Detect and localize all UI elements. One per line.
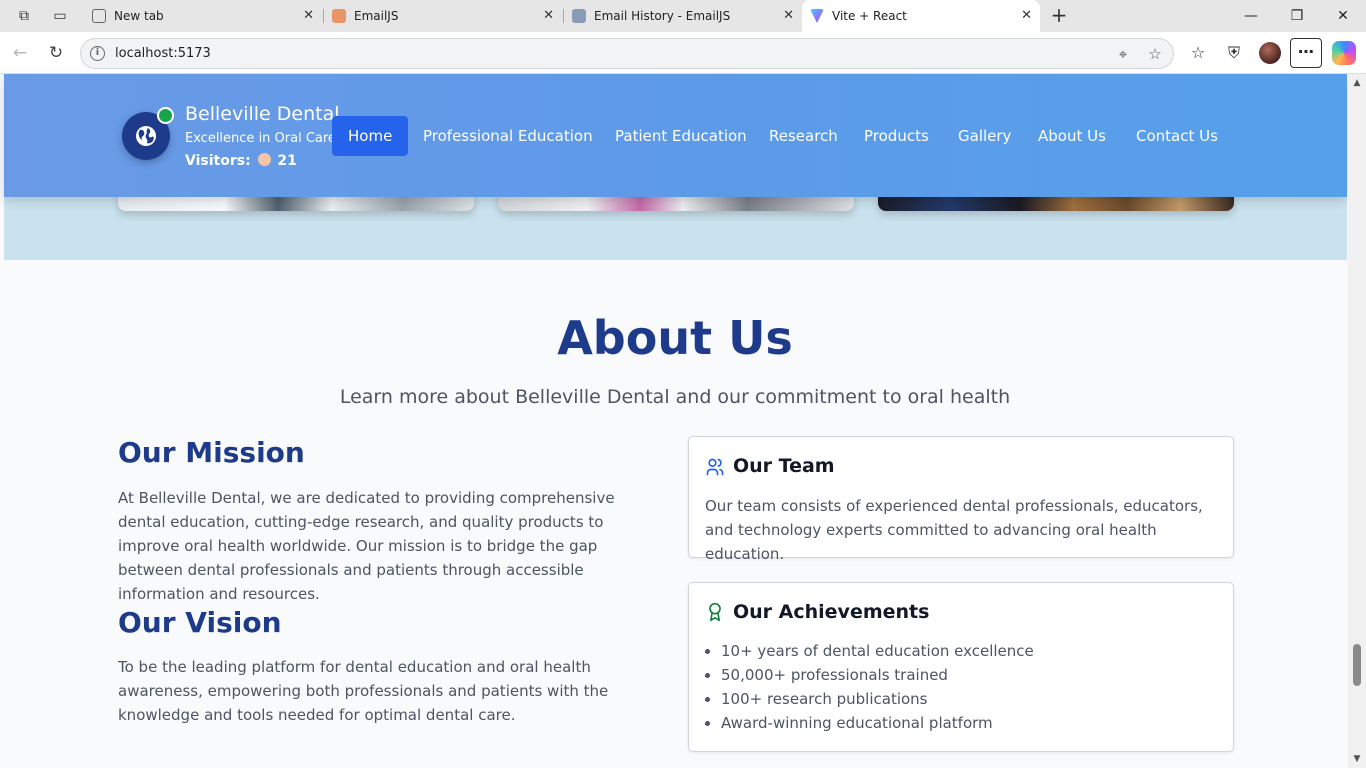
nav-patient-education[interactable]: Patient Education	[599, 116, 763, 156]
tab-email-history[interactable]: Email History - EmailJS ✕	[564, 0, 802, 32]
nav-about-us[interactable]: About Us	[1022, 116, 1122, 156]
back-arrow-icon[interactable]: ←	[8, 41, 32, 65]
nav-products[interactable]: Products	[848, 116, 945, 156]
nav-professional-education[interactable]: Professional Education	[407, 116, 609, 156]
team-heading: Our Team	[733, 455, 835, 477]
tab-new-tab[interactable]: New tab ✕	[84, 0, 322, 32]
location-pin-icon[interactable]: ⌖	[1113, 44, 1133, 64]
url-text[interactable]: localhost:5173	[115, 39, 211, 68]
new-tab-button[interactable]: +	[1048, 5, 1070, 27]
close-tab-icon[interactable]: ✕	[543, 0, 554, 32]
more-options-button[interactable]: ⋯	[1290, 38, 1322, 68]
page-scrollbar[interactable]: ▲ ▼	[1348, 74, 1366, 768]
page-viewport: Belleville Dental Excellence in Oral Car…	[0, 74, 1366, 768]
scrollbar-thumb[interactable]	[1353, 644, 1361, 686]
scroll-up-arrow-icon[interactable]: ▲	[1352, 78, 1362, 88]
tab-vite-react[interactable]: Vite + React ✕	[802, 0, 1040, 32]
online-status-indicator	[157, 107, 174, 124]
team-card: Our Team Our team consists of experience…	[688, 436, 1234, 563]
tab-actions-icon[interactable]: ▭	[51, 7, 69, 25]
tab-label: Email History - EmailJS	[594, 9, 731, 23]
achievements-heading: Our Achievements	[733, 601, 930, 623]
emailjs-icon	[332, 9, 346, 23]
users-icon	[706, 458, 724, 476]
list-item: 100+ research publications	[721, 687, 1034, 711]
tab-label: EmailJS	[354, 9, 399, 23]
nav-gallery[interactable]: Gallery	[942, 116, 1027, 156]
vision-text: To be the leading platform for dental ed…	[118, 658, 609, 724]
award-icon	[709, 602, 721, 622]
browser-toolbar: ← ↻ i localhost:5173 ⌖ ☆ ☆ ⛨ ⋯	[0, 32, 1366, 74]
mission-text: At Belleville Dental, we are dedicated t…	[118, 489, 615, 603]
refresh-icon[interactable]: ↻	[44, 41, 68, 65]
new-tab-icon	[92, 9, 106, 23]
profile-avatar[interactable]	[1259, 42, 1281, 64]
address-bar[interactable]: i localhost:5173 ⌖ ☆	[80, 38, 1174, 69]
scroll-down-arrow-icon[interactable]: ▼	[1352, 754, 1362, 764]
globe-icon	[136, 126, 156, 146]
browser-tab-bar: ⧉ ▭ New tab ✕ EmailJS ✕ Email History - …	[0, 0, 1366, 32]
site-header: Belleville Dental Excellence in Oral Car…	[4, 74, 1347, 197]
nav-research[interactable]: Research	[753, 116, 854, 156]
minimize-icon[interactable]: —	[1228, 0, 1274, 32]
visitor-emoji-icon	[257, 153, 271, 166]
vite-icon	[810, 9, 824, 23]
copilot-icon[interactable]	[1332, 41, 1356, 65]
achievements-list: 10+ years of dental education excellence…	[721, 639, 1034, 735]
emailjs-icon	[572, 9, 586, 23]
favorite-star-icon[interactable]: ☆	[1145, 44, 1165, 64]
workspaces-icon[interactable]: ⧉	[15, 7, 33, 25]
close-tab-icon[interactable]: ✕	[783, 0, 794, 32]
brand-tagline: Excellence in Oral Care	[185, 131, 336, 146]
list-item: 50,000+ professionals trained	[721, 663, 1034, 687]
restore-icon[interactable]: ❐	[1274, 0, 1320, 32]
site-info-icon[interactable]: i	[90, 46, 105, 61]
tab-label: Vite + React	[832, 9, 907, 23]
mission-heading: Our Mission	[118, 436, 305, 469]
close-window-icon[interactable]: ✕	[1320, 0, 1366, 32]
team-text: Our team consists of experienced dental …	[705, 497, 1203, 563]
visitors-count: 21	[277, 153, 297, 169]
brand-title[interactable]: Belleville Dental	[185, 103, 340, 125]
favorites-icon[interactable]: ☆	[1187, 42, 1209, 64]
close-tab-icon[interactable]: ✕	[1021, 0, 1032, 32]
about-title: About Us	[557, 311, 793, 365]
tab-label: New tab	[114, 9, 164, 23]
list-item: Award-winning educational platform	[721, 711, 1034, 735]
about-subtitle: Learn more about Belleville Dental and o…	[339, 386, 1011, 408]
visitors-label: Visitors:	[185, 153, 251, 169]
tab-emailjs[interactable]: EmailJS ✕	[324, 0, 562, 32]
nav-home[interactable]: Home	[332, 116, 409, 156]
visitor-counter: Visitors: 21	[185, 153, 297, 169]
achievements-card: Our Achievements 10+ years of dental edu…	[688, 582, 1234, 752]
browser-essentials-icon[interactable]: ⛨	[1223, 42, 1245, 64]
list-item: 10+ years of dental education excellence	[721, 639, 1034, 663]
vision-heading: Our Vision	[118, 606, 282, 639]
close-tab-icon[interactable]: ✕	[303, 0, 314, 32]
nav-contact-us[interactable]: Contact Us	[1120, 116, 1234, 156]
